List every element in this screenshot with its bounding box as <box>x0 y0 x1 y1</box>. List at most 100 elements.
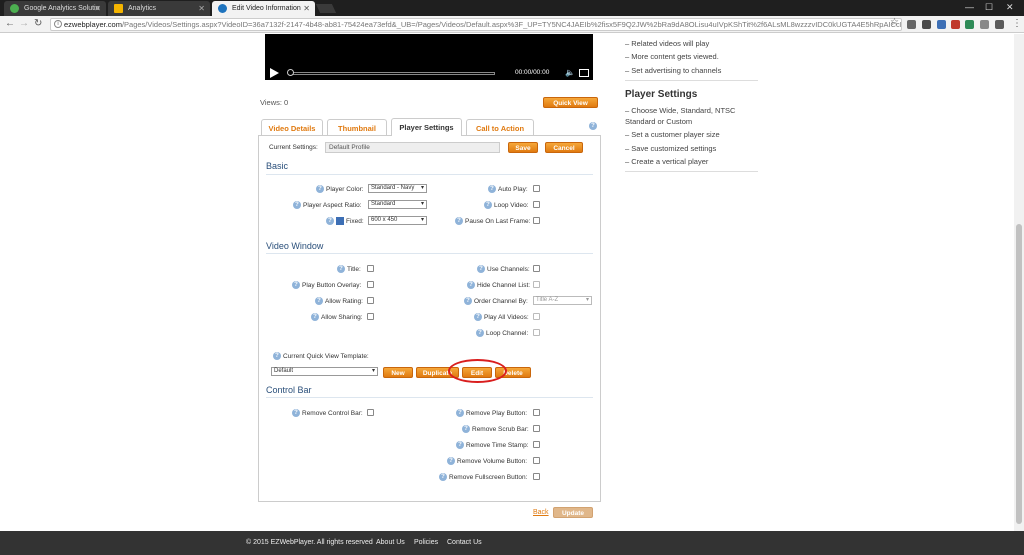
help-icon[interactable]: ? <box>455 217 463 225</box>
feature-text: Create a vertical player <box>631 157 709 166</box>
extension-icon[interactable] <box>995 20 1004 29</box>
url-input[interactable]: i ezwebplayer.com/Pages/Videos/Settings.… <box>50 18 902 31</box>
player-settings-heading: Player Settings <box>625 89 698 100</box>
minimize-icon[interactable]: — <box>965 0 974 14</box>
help-icon[interactable]: ? <box>477 265 485 273</box>
allow-sharing-checkbox[interactable] <box>367 313 374 320</box>
cancel-button[interactable]: Cancel <box>545 142 583 153</box>
section-title-control-bar: Control Bar <box>266 385 312 395</box>
save-button[interactable]: Save <box>508 142 538 153</box>
browser-tab-google-analytics[interactable]: Google Analytics Solutio ✕ <box>4 1 106 16</box>
play-icon[interactable] <box>270 68 279 78</box>
back-arrow-icon[interactable]: ← <box>5 18 15 30</box>
help-icon[interactable]: ? <box>316 185 324 193</box>
footer-link-contact[interactable]: Contact Us <box>447 531 482 555</box>
use-channels-checkbox[interactable] <box>533 265 540 272</box>
close-tab-icon[interactable]: ✕ <box>198 1 205 16</box>
volume-icon[interactable]: 🔈 <box>565 68 575 77</box>
remove-time-stamp-checkbox[interactable] <box>533 441 540 448</box>
scrub-bar[interactable] <box>289 72 495 75</box>
update-button[interactable]: Update <box>553 507 593 518</box>
title-checkbox[interactable] <box>367 265 374 272</box>
allow-rating-checkbox[interactable] <box>367 297 374 304</box>
help-icon[interactable]: ? <box>326 217 334 225</box>
remove-play-button-checkbox[interactable] <box>533 409 540 416</box>
use-channels-label: Use Channels: <box>487 266 530 273</box>
extension-icon[interactable] <box>937 20 946 29</box>
page-scrollbar[interactable] <box>1014 34 1024 531</box>
section-divider <box>266 397 593 398</box>
help-icon[interactable]: ? <box>589 122 597 130</box>
extension-icon[interactable] <box>965 20 974 29</box>
loop-channel-checkbox[interactable] <box>533 329 540 336</box>
help-icon[interactable]: ? <box>474 313 482 321</box>
auto-play-checkbox[interactable] <box>533 185 540 192</box>
help-icon[interactable]: ? <box>315 297 323 305</box>
loop-video-checkbox[interactable] <box>533 201 540 208</box>
lock-aspect-icon[interactable] <box>336 217 344 225</box>
browser-tab-analytics[interactable]: Analytics ✕ <box>108 1 210 16</box>
hide-channel-list-label: Hide Channel List: <box>477 282 531 289</box>
url-path: /Pages/Videos/Settings.aspx?VideoID=36a7… <box>121 20 902 29</box>
tab-thumbnail[interactable]: Thumbnail <box>327 119 387 136</box>
help-icon[interactable]: ? <box>311 313 319 321</box>
extension-icon[interactable] <box>922 20 931 29</box>
tab-call-to-action[interactable]: Call to Action <box>466 119 534 136</box>
scrollbar-thumb[interactable] <box>1016 224 1022 524</box>
back-link[interactable]: Back <box>533 509 549 516</box>
help-icon[interactable]: ? <box>467 281 475 289</box>
remove-scrub-bar-checkbox[interactable] <box>533 425 540 432</box>
reload-icon[interactable]: ↻ <box>34 18 42 30</box>
extension-icon[interactable] <box>980 20 989 29</box>
tab-player-settings[interactable]: Player Settings <box>391 118 462 136</box>
quick-view-button[interactable]: Quick View <box>543 97 598 108</box>
help-icon[interactable]: ? <box>292 281 300 289</box>
remove-fullscreen-button-checkbox[interactable] <box>533 473 540 480</box>
help-icon[interactable]: ? <box>476 329 484 337</box>
close-window-icon[interactable]: ✕ <box>1006 0 1014 14</box>
help-icon[interactable]: ? <box>462 425 470 433</box>
fixed-size-select[interactable]: 600 x 450 <box>368 216 427 225</box>
pause-last-frame-checkbox[interactable] <box>533 217 540 224</box>
help-icon[interactable]: ? <box>292 409 300 417</box>
new-template-button[interactable]: New <box>383 367 413 378</box>
extension-icon[interactable] <box>951 20 960 29</box>
help-icon[interactable]: ? <box>447 457 455 465</box>
remove-control-bar-checkbox[interactable] <box>367 409 374 416</box>
order-channel-select[interactable]: Title A-Z <box>533 296 592 305</box>
fullscreen-icon[interactable] <box>579 69 589 77</box>
help-icon[interactable]: ? <box>456 409 464 417</box>
hide-channel-list-checkbox[interactable] <box>533 281 540 288</box>
help-icon[interactable]: ? <box>484 201 492 209</box>
bookmark-star-icon[interactable]: ☆ <box>890 17 899 29</box>
help-icon[interactable]: ? <box>273 352 281 360</box>
camera-extension-icon[interactable] <box>907 20 916 29</box>
forward-arrow-icon[interactable]: → <box>19 18 29 30</box>
remove-volume-button-checkbox[interactable] <box>533 457 540 464</box>
play-button-overlay-checkbox[interactable] <box>367 281 374 288</box>
info-icon[interactable]: i <box>54 20 62 28</box>
play-all-videos-checkbox[interactable] <box>533 313 540 320</box>
close-tab-icon[interactable]: ✕ <box>94 1 101 16</box>
menu-kebab-icon[interactable]: ⋮ <box>1012 18 1022 30</box>
help-icon[interactable]: ? <box>293 201 301 209</box>
maximize-icon[interactable]: ☐ <box>985 0 993 14</box>
feature-item: – Create a vertical player <box>625 157 709 166</box>
player-color-select[interactable]: Standard - Navy <box>368 184 427 193</box>
footer-link-policies[interactable]: Policies <box>414 531 438 555</box>
help-icon[interactable]: ? <box>439 473 447 481</box>
quick-view-template-select[interactable]: Default <box>271 367 378 376</box>
help-icon[interactable]: ? <box>488 185 496 193</box>
footer-link-about[interactable]: About Us <box>376 531 405 555</box>
new-tab-button[interactable] <box>315 4 337 13</box>
browser-tab-edit-video[interactable]: Edit Video Information ✕ <box>212 1 315 16</box>
scrub-handle[interactable] <box>287 69 294 76</box>
help-icon[interactable]: ? <box>456 441 464 449</box>
help-icon[interactable]: ? <box>337 265 345 273</box>
aspect-ratio-select[interactable]: Standard <box>368 200 427 209</box>
video-player[interactable]: 00:00/00:00 🔈 <box>265 34 593 80</box>
close-tab-icon[interactable]: ✕ <box>303 1 310 16</box>
current-settings-input[interactable]: Default Profile <box>325 142 500 153</box>
help-icon[interactable]: ? <box>464 297 472 305</box>
tab-video-details[interactable]: Video Details <box>261 119 323 136</box>
